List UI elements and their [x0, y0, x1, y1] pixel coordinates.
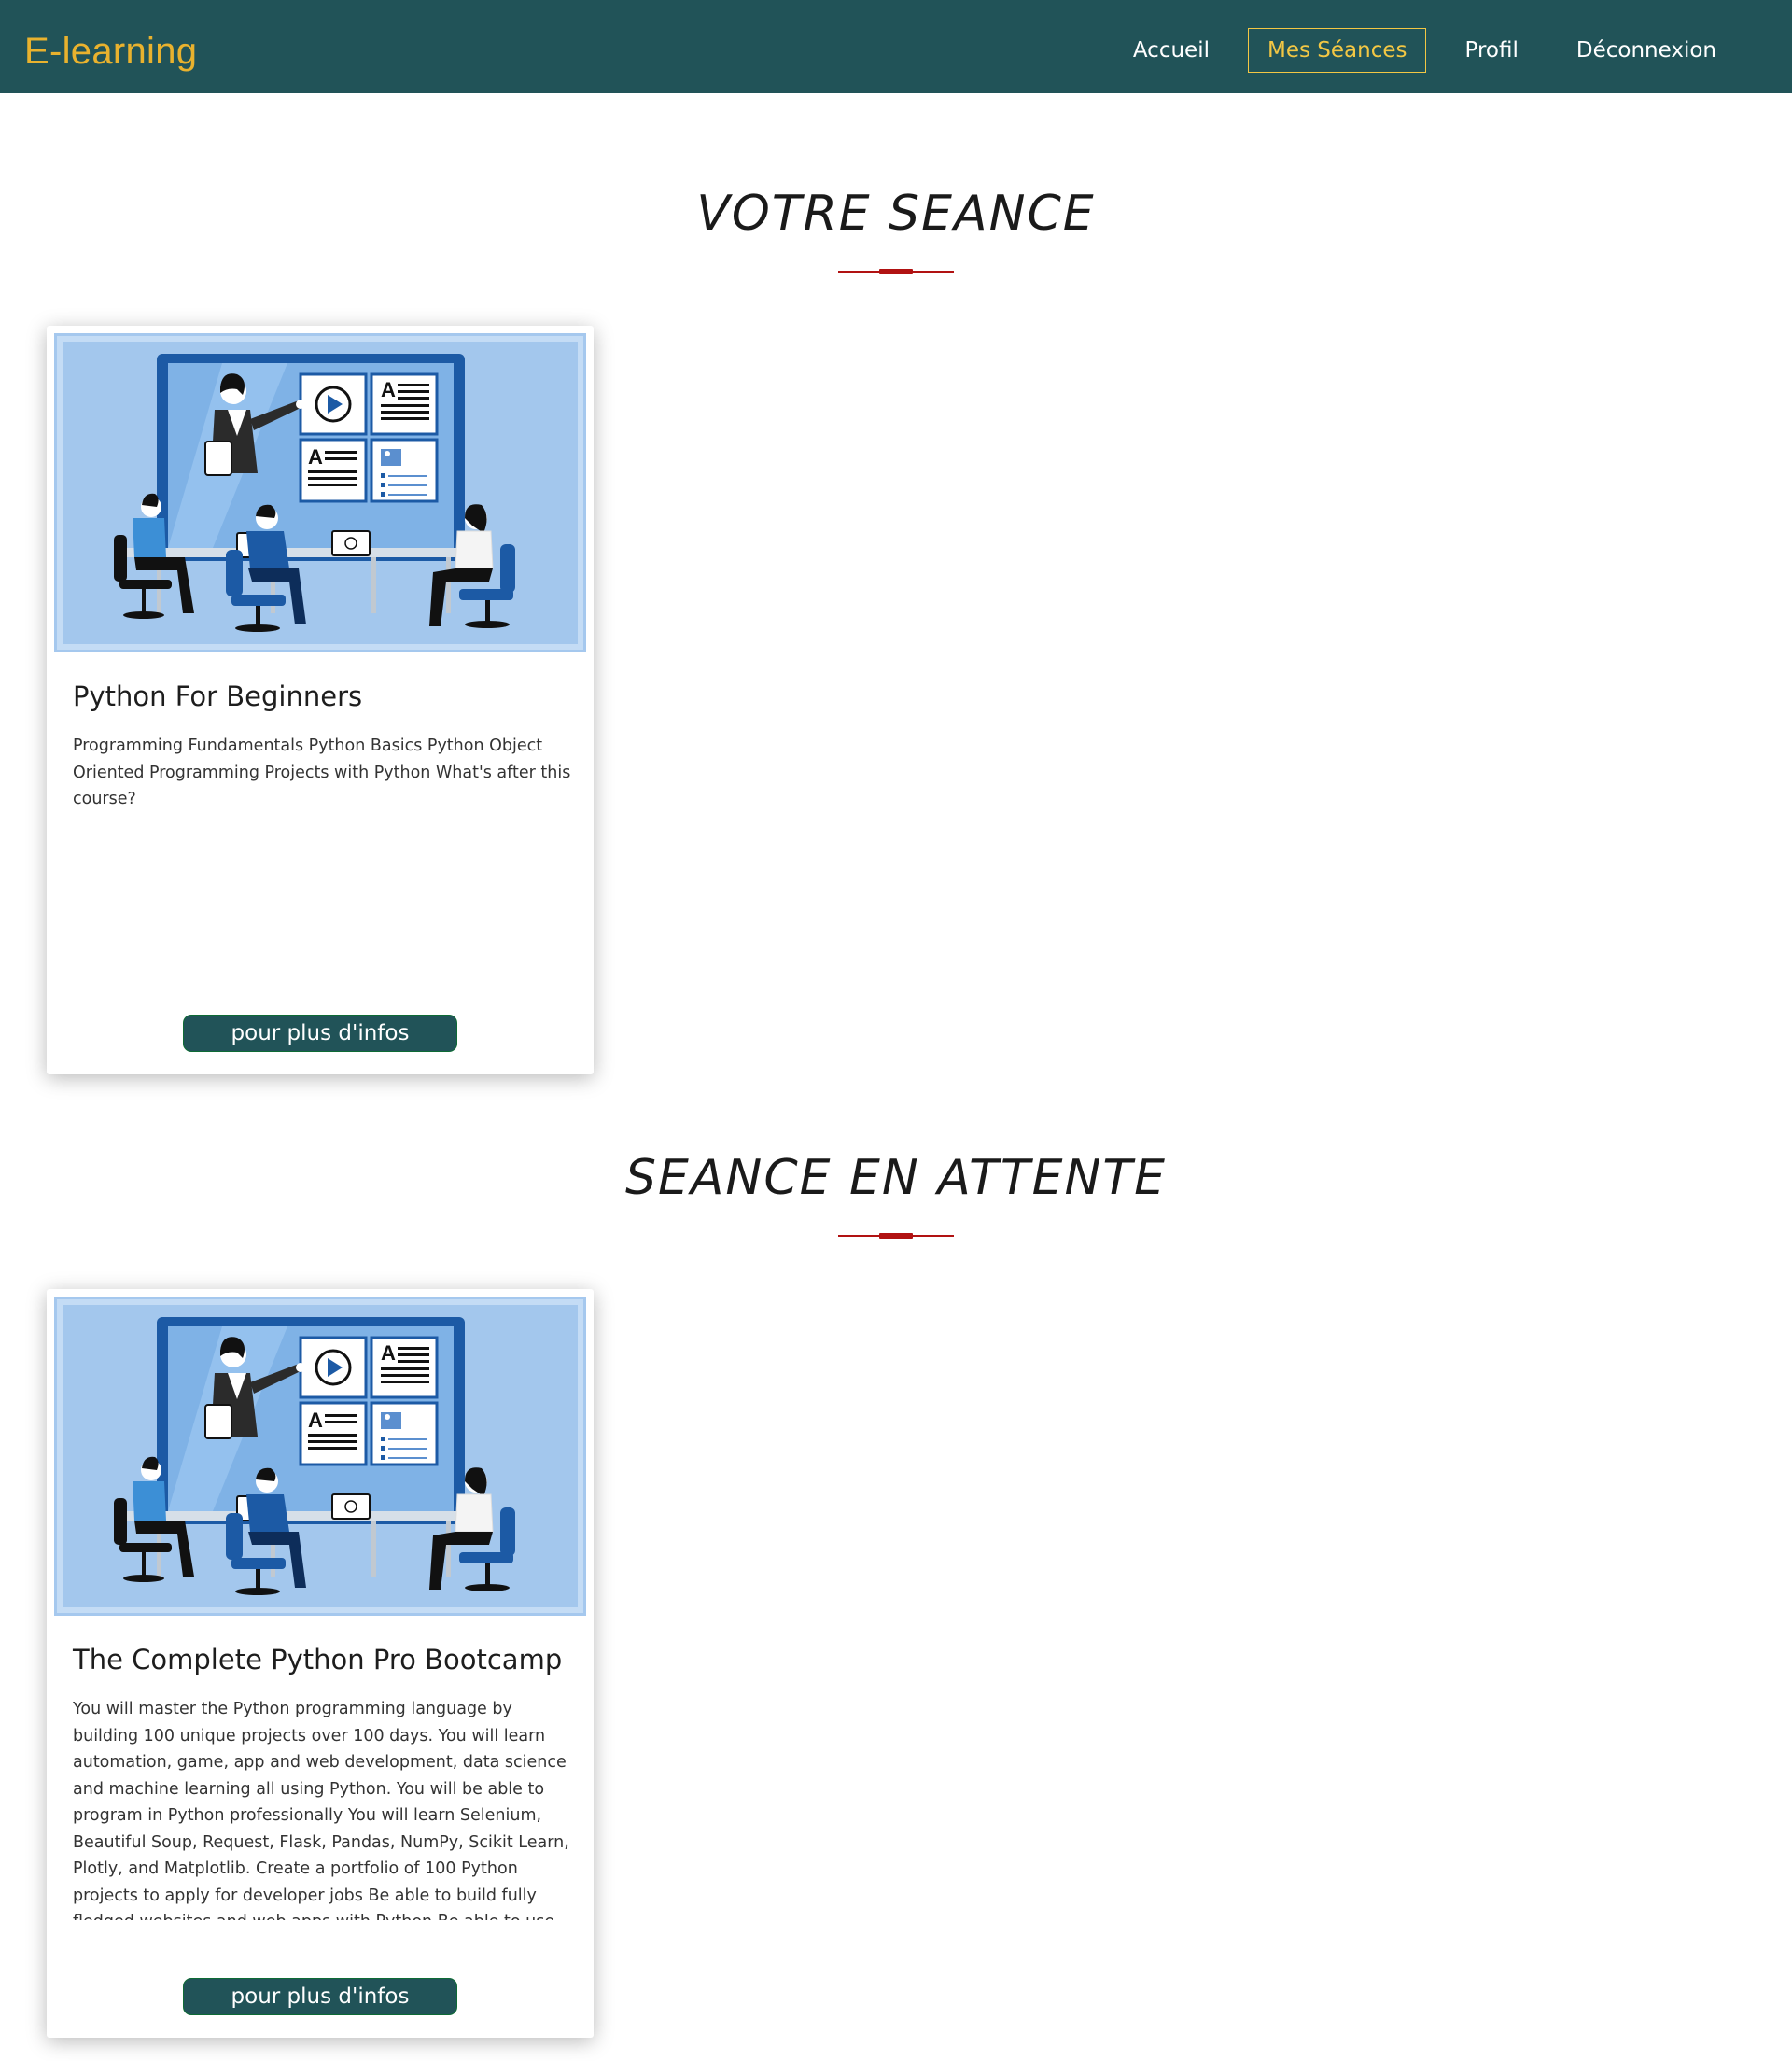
- course-title: Python For Beginners: [73, 680, 363, 712]
- title-divider: [838, 269, 954, 274]
- section-title-pending: SEANCE EN ATTENTE: [625, 1150, 1167, 1206]
- course-title: The Complete Python Pro Bootcamp: [73, 1644, 563, 1675]
- nav-home-link[interactable]: Accueil: [1113, 28, 1229, 73]
- svg-text:A: A: [381, 378, 396, 401]
- nav-profile-link[interactable]: Profil: [1445, 28, 1537, 73]
- svg-text:A: A: [308, 1409, 323, 1432]
- top-navbar: E-learning Accueil Mes Séances Profil Dé…: [0, 0, 1792, 93]
- nav-links: Accueil Mes Séances Profil Déconnexion: [1095, 28, 1736, 73]
- nav-logout-link[interactable]: Déconnexion: [1557, 28, 1736, 73]
- course-illustration: A A: [54, 1297, 586, 1616]
- more-info-button[interactable]: pour plus d'infos: [183, 1978, 457, 2015]
- svg-text:A: A: [308, 445, 323, 469]
- svg-text:A: A: [381, 1341, 396, 1365]
- section-title-current: VOTRE SEANCE: [696, 186, 1096, 242]
- nav-sessions-link[interactable]: Mes Séances: [1247, 28, 1427, 73]
- course-illustration: A A: [54, 333, 586, 652]
- more-info-button[interactable]: pour plus d'infos: [183, 1015, 457, 1052]
- course-card: A A: [47, 1289, 594, 2038]
- brand-logo[interactable]: E-learning: [24, 31, 197, 73]
- course-description: Programming Fundamentals Python Basics P…: [73, 736, 571, 808]
- title-divider: [838, 1233, 954, 1239]
- course-card: A A: [47, 326, 594, 1074]
- course-description: You will master the Python programming l…: [73, 1700, 569, 1920]
